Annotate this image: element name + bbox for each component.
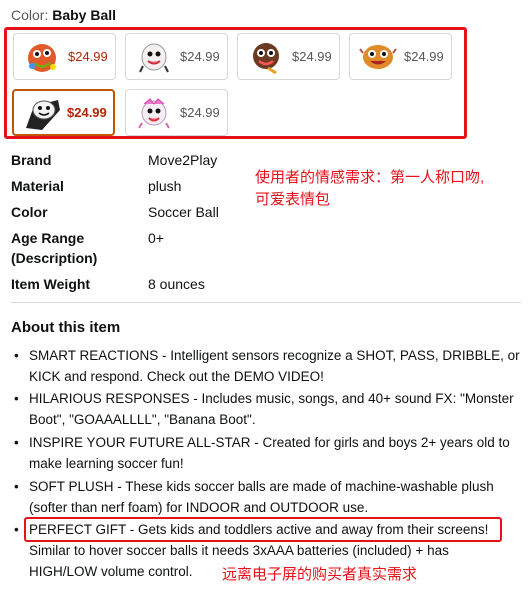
- spec-key: Brand: [11, 152, 52, 168]
- brown-ball-face-icon: [253, 43, 279, 75]
- spec-key: Item Weight: [11, 276, 91, 292]
- bullet-dot-icon: •: [14, 479, 19, 494]
- bullet-dot-icon: •: [14, 348, 19, 363]
- bullet-line: Similar to hover soccer balls it needs 3…: [29, 543, 449, 558]
- spec-value: 0+: [148, 230, 164, 246]
- orange-ball-face-icon: [359, 45, 397, 69]
- bullet-line: (softer than nerf foam) for INDOOR and O…: [29, 500, 369, 515]
- color-swatch[interactable]: $24.99: [125, 33, 228, 80]
- emotional-needs-annotation: 使用者的情感需求：第一人称口吻, 可爱表情包: [255, 167, 525, 211]
- spec-value: Soccer Ball: [148, 204, 219, 220]
- spec-key: Material: [11, 178, 64, 194]
- bullet-line: HILARIOUS RESPONSES - Includes music, so…: [29, 391, 514, 406]
- swatch-price: $24.99: [292, 49, 332, 64]
- bullet-dot-icon: •: [14, 522, 19, 537]
- pink-ball-face-icon: [138, 98, 170, 129]
- color-selector-label: Color: Baby Ball: [11, 7, 116, 23]
- spec-value: 8 ounces: [148, 276, 205, 292]
- bullet-dot-icon: •: [14, 391, 19, 406]
- screen-away-annotation: 远离电子屏的购买者真实需求: [222, 566, 418, 583]
- annotation-line: 使用者的情感需求：第一人称口吻,: [255, 169, 485, 186]
- swatch-price: $24.99: [180, 105, 220, 120]
- swatch-price: $24.99: [180, 49, 220, 64]
- about-section-title: About this item: [11, 319, 121, 336]
- red-ball-face-icon: [28, 44, 56, 72]
- bullet-line: SOFT PLUSH - These kids soccer balls are…: [29, 479, 494, 494]
- color-swatch[interactable]: $24.99: [237, 33, 340, 80]
- bullet-line: SMART REACTIONS - Intelligent sensors re…: [29, 348, 520, 363]
- swatch-price: $24.99: [67, 105, 107, 120]
- spec-key: Color: [11, 204, 48, 220]
- bullet-line: make learning soccer fun!: [29, 456, 184, 471]
- color-swatch-selected[interactable]: $24.99: [12, 89, 115, 136]
- spec-key-line1: Age Range: [11, 230, 85, 246]
- swatch-price: $24.99: [404, 49, 444, 64]
- annotation-line: 可爱表情包: [255, 191, 331, 208]
- perfect-gift-highlight-box: [24, 517, 502, 542]
- color-swatch[interactable]: $24.99: [349, 33, 452, 80]
- bullet-dot-icon: •: [14, 435, 19, 450]
- color-swatch[interactable]: $24.99: [13, 33, 116, 80]
- bullet-line: KICK and respond. Check out the DEMO VID…: [29, 369, 324, 384]
- section-divider: [11, 302, 521, 303]
- color-label: Color:: [11, 7, 53, 23]
- swatch-price: $24.99: [68, 49, 108, 64]
- color-swatch[interactable]: $24.99: [125, 89, 228, 136]
- bullet-line: INSPIRE YOUR FUTURE ALL-STAR - Created f…: [29, 435, 510, 450]
- selected-color-value: Baby Ball: [52, 7, 117, 23]
- spec-value: plush: [148, 178, 182, 194]
- spec-value: Move2Play: [148, 152, 218, 168]
- white-ball-face-icon: [139, 43, 169, 73]
- spec-key-line2: (Description): [11, 250, 98, 266]
- black-white-ball-face-icon: [26, 100, 60, 130]
- bullet-line: Boot", "GOAAALLLL", "Banana Boot".: [29, 412, 256, 427]
